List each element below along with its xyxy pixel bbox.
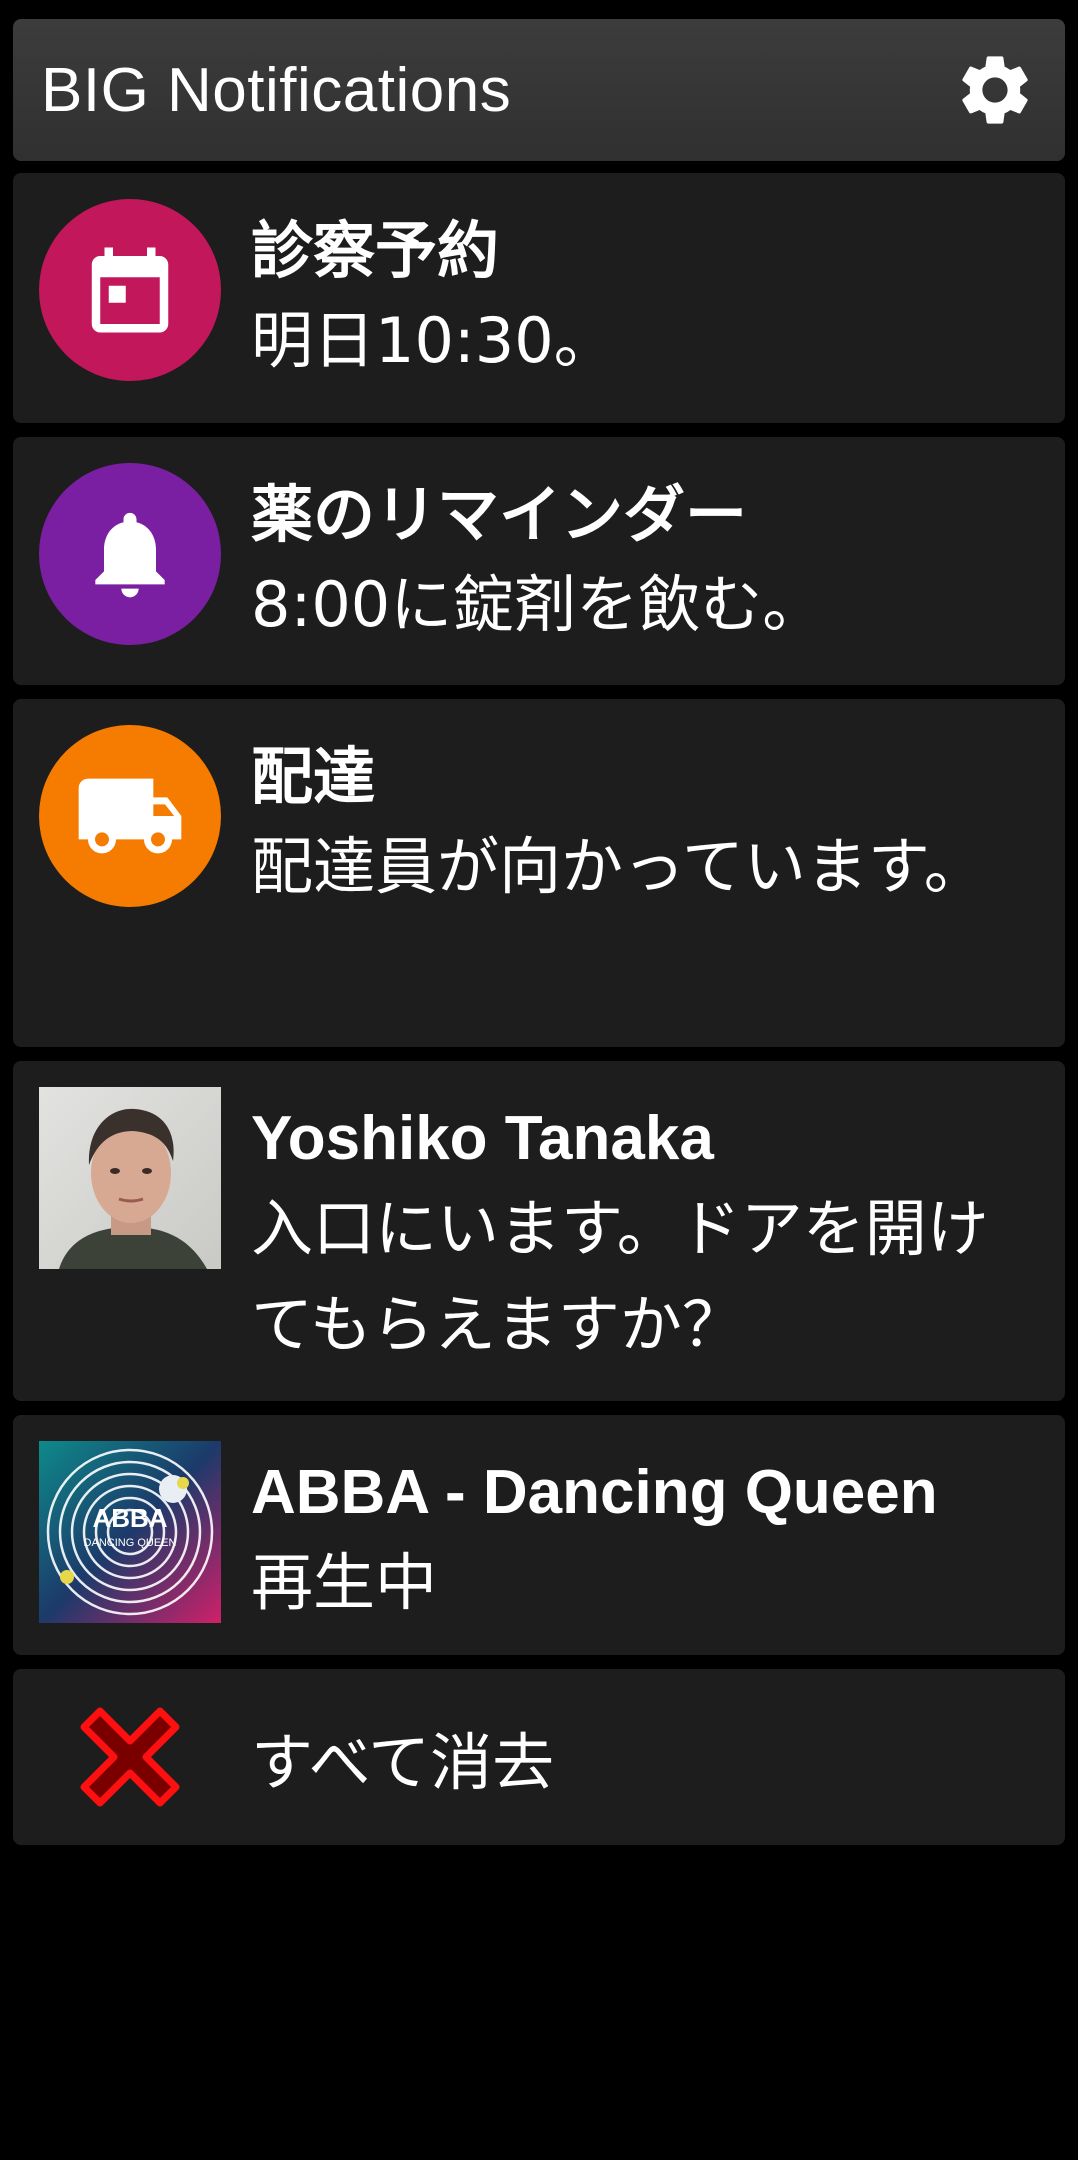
notification-card-media[interactable]: ABBA DANCING QUEEN ABBA - Dancing Queen … [13,1415,1065,1655]
album-subtitle-text: DANCING QUEEN [84,1537,177,1549]
truck-icon [39,725,221,907]
calendar-icon [39,199,221,381]
notification-title: 薬のリマインダー [251,478,748,551]
album-title-text: ABBA [92,1503,167,1533]
gear-icon [962,56,1028,124]
notification-body: 8:00に錠剤を飲む。 [251,568,825,641]
close-x-icon [39,1669,221,1845]
bell-icon [39,463,221,645]
album-art: ABBA DANCING QUEEN [39,1441,221,1623]
notification-title: 配達 [251,740,376,813]
notification-body: 入口にいます。ドアを開けてもらえますか？ [251,1192,989,1361]
notification-icon [39,463,221,645]
notification-body: 明日10:30。 [251,304,616,377]
clear-all-label: すべて消去 [251,1726,555,1799]
notification-card-message[interactable]: Yoshiko Tanaka 入口にいます。ドアを開けてもらえますか？ [13,1061,1065,1401]
notification-title: 診察予約 [251,214,500,287]
notification-icon [39,1087,221,1269]
notifications-app: BIG Notifications 診察予約 明日10:30。 薬のリマインダー… [13,19,1065,1845]
notification-body: 配達員が向かっています。 [251,830,986,903]
clear-all-button[interactable]: すべて消去 [13,1669,1065,1845]
notification-title: ABBA - Dancing Queen [251,1458,938,1527]
settings-button[interactable] [949,44,1041,136]
notification-icon: ABBA DANCING QUEEN [39,1441,221,1623]
notification-card-medication[interactable]: 薬のリマインダー 8:00に錠剤を飲む。 [13,437,1065,685]
notification-icon [39,199,221,381]
notification-body: 再生中 [251,1546,438,1619]
app-title: BIG Notifications [41,55,512,125]
notification-card-delivery[interactable]: 配達 配達員が向かっています。 [13,699,1065,1047]
contact-photo [39,1087,221,1269]
notification-card-appointment[interactable]: 診察予約 明日10:30。 [13,173,1065,423]
app-header: BIG Notifications [13,19,1065,161]
notification-icon [39,725,221,907]
notification-title: Yoshiko Tanaka [251,1104,714,1173]
